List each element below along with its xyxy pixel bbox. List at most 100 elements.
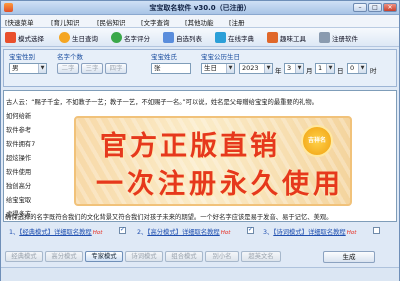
chevron-down-icon: ▼ — [358, 64, 366, 73]
banner-line-2: 一次注册永久使用 — [96, 169, 344, 200]
link-label: 【高分模式】详细取名教程 — [147, 229, 220, 236]
year-select[interactable]: 2023 ▼ — [239, 63, 273, 74]
day-value: 1 — [318, 64, 323, 72]
menu-char-query[interactable]: [文字查询 — [141, 17, 170, 27]
promo-banner[interactable]: 官方正版直销 一次注册永久使用 吉祥名 — [74, 116, 352, 206]
surname-label: 宝宝姓氏 — [151, 53, 177, 61]
title-bar: 宝宝取名软件 v30.0（已注册） – □ ✕ — [1, 1, 399, 15]
name-count-four[interactable]: 四字 — [105, 63, 127, 74]
classic-checkbox[interactable] — [119, 226, 126, 234]
link-label: 【经典模式】详细取名教程 — [19, 229, 92, 236]
gender-label: 宝宝性别 — [9, 53, 35, 61]
toolbar-dictionary-button[interactable]: 在线字典 — [215, 30, 254, 45]
toolbar-label: 注册软件 — [332, 34, 358, 43]
gender-value: 男 — [12, 64, 19, 72]
toolbar-list-button[interactable]: 自选列表 — [163, 30, 202, 45]
toolbar-tools-button[interactable]: 趣味工具 — [267, 30, 306, 45]
toolbar-score-button[interactable]: 名字评分 — [111, 30, 150, 45]
month-value: 3 — [287, 64, 292, 72]
toolbar-label: 模式选择 — [18, 34, 44, 43]
link-number: 3、 — [263, 229, 274, 236]
hot-badge: Hot — [346, 230, 357, 236]
intro-line: 确保选择的名字既符合我们的文化背景又符合我们对孩子未来的期望。一个好名字应该是易… — [5, 214, 333, 221]
tab-expert[interactable]: 专家模式 — [85, 251, 123, 262]
birthday-icon — [59, 32, 70, 43]
tab-nickname[interactable]: 别小名 — [205, 251, 239, 262]
toolbar: 模式选择 生日查询 名字评分 自选列表 在线字典 趣味工具 注册软件 — [1, 28, 399, 47]
toolbar-label: 趣味工具 — [280, 34, 306, 43]
tab-english-name[interactable]: 超英文名 — [241, 251, 281, 262]
dictionary-icon — [215, 32, 226, 43]
intro-line: 给宝宝取 — [6, 197, 32, 204]
day-select[interactable]: 1 ▼ — [315, 63, 335, 74]
intro-line: 如何给新 — [6, 113, 32, 120]
hour-unit: 时 — [370, 67, 377, 75]
menu-quick[interactable]: [快速菜单 — [5, 17, 34, 27]
year-value: 2023 — [242, 64, 259, 72]
hot-badge: Hot — [220, 230, 231, 236]
intro-line: 独创高分 — [6, 183, 32, 190]
status-bar — [1, 267, 399, 281]
generate-button[interactable]: 生成 — [323, 251, 375, 263]
day-unit: 日 — [337, 67, 344, 75]
tutorial-link-highscore[interactable]: 2、【高分模式】详细取名教程Hot — [137, 227, 230, 236]
intro-line: 超炫操作 — [6, 155, 32, 162]
surname-input[interactable]: 张 — [151, 63, 191, 74]
toolbar-label: 自选列表 — [176, 34, 202, 43]
menu-other[interactable]: [其他功能 — [185, 17, 214, 27]
highscore-checkbox[interactable] — [247, 226, 254, 234]
banner-line-1: 官方正版直销 — [100, 131, 280, 162]
maximize-button[interactable]: □ — [368, 3, 382, 12]
chevron-down-icon: ▼ — [226, 64, 234, 73]
date-type-value: 生日 — [204, 64, 217, 72]
close-button[interactable]: ✕ — [383, 3, 397, 12]
gender-select[interactable]: 男 ▼ — [9, 63, 47, 74]
chevron-down-icon: ▼ — [326, 64, 334, 73]
tab-highscore[interactable]: 高分模式 — [45, 251, 83, 262]
birthday-label: 宝宝公历生日 — [201, 53, 240, 61]
window-title: 宝宝取名软件 v30.0（已注册） — [149, 4, 251, 12]
chevron-down-icon: ▼ — [264, 64, 272, 73]
chevron-down-icon: ▼ — [38, 64, 46, 73]
name-count-three[interactable]: 三字 — [81, 63, 103, 74]
hot-badge: Hot — [92, 230, 103, 236]
tutorial-link-poetry[interactable]: 3、【诗词模式】详细取名教程Hot — [263, 227, 356, 236]
tab-poetry[interactable]: 诗词模式 — [125, 251, 163, 262]
banner-badge: 吉祥名 — [301, 125, 333, 157]
toolbar-mode-button[interactable]: 模式选择 — [5, 30, 44, 45]
surname-value: 张 — [154, 64, 161, 72]
month-unit: 月 — [306, 67, 313, 75]
chevron-down-icon: ▼ — [295, 64, 303, 73]
toolbar-label: 生日查询 — [72, 34, 98, 43]
list-icon — [163, 32, 174, 43]
intro-line: 软件参考 — [6, 127, 32, 134]
intro-line: 软件拥有7 — [6, 141, 36, 148]
link-number: 1、 — [9, 229, 20, 236]
tools-icon — [267, 32, 278, 43]
menu-parenting[interactable]: [育儿知识 — [51, 17, 80, 27]
minimize-button[interactable]: – — [353, 3, 367, 12]
toolbar-register-button[interactable]: 注册软件 — [319, 30, 358, 45]
menu-bar: [快速菜单 [育儿知识 [民俗知识 [文字查询 [其他功能 [注册 — [1, 15, 399, 28]
link-number: 2、 — [137, 229, 148, 236]
date-type-select[interactable]: 生日 ▼ — [201, 63, 235, 74]
link-label: 【诗词模式】详细取名教程 — [273, 229, 346, 236]
tab-combination[interactable]: 组合模式 — [165, 251, 203, 262]
month-select[interactable]: 3 ▼ — [284, 63, 304, 74]
intro-line: 古人云：“赐子千金，不如教子一艺；教子一艺，不如赐子一名。”可以说，姓名是父母赠… — [6, 99, 318, 106]
hour-value: 0 — [350, 64, 355, 72]
name-count-two[interactable]: 二字 — [57, 63, 79, 74]
register-icon — [319, 32, 330, 43]
toolbar-birthday-button[interactable]: 生日查询 — [59, 30, 98, 45]
app-window: 宝宝取名软件 v30.0（已注册） – □ ✕ [快速菜单 [育儿知识 [民俗知… — [0, 0, 400, 281]
tutorial-link-classic[interactable]: 1、【经典模式】详细取名教程Hot — [9, 227, 102, 236]
poetry-checkbox[interactable] — [373, 227, 380, 234]
hour-select[interactable]: 0 ▼ — [347, 63, 367, 74]
year-unit: 年 — [275, 67, 282, 75]
score-icon — [111, 32, 122, 43]
tab-classic[interactable]: 经典模式 — [5, 251, 43, 262]
toolbar-label: 名字评分 — [124, 34, 150, 43]
menu-folklore[interactable]: [民俗知识 — [97, 17, 126, 27]
name-count-label: 名字个数 — [57, 53, 83, 61]
menu-register[interactable]: [注册 — [229, 17, 245, 27]
